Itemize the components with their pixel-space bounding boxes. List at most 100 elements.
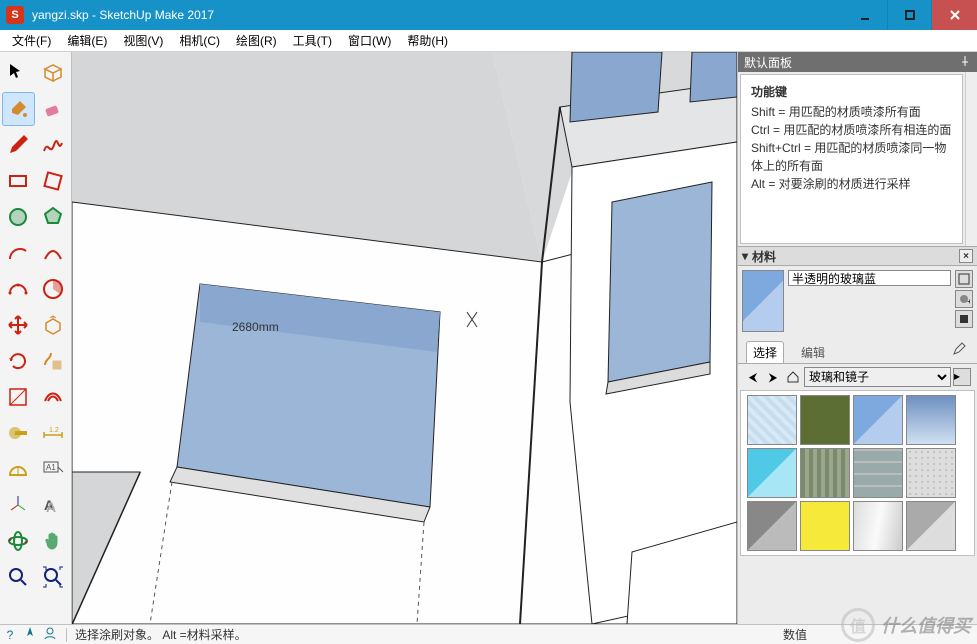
swatch-glass-grey[interactable] [747, 501, 797, 551]
materials-section-title: 材料 [752, 248, 776, 265]
create-material-button[interactable]: + [955, 290, 973, 308]
help-icon[interactable]: ? [0, 628, 20, 642]
polygon-tool[interactable] [37, 200, 70, 234]
swatch-corrugated[interactable] [800, 448, 850, 498]
swatch-yellow-solid[interactable] [800, 501, 850, 551]
instructor-panel: 功能键 Shift = 用匹配的材质喷漆所有面 Ctrl = 用匹配的材质喷漆所… [740, 74, 963, 244]
help-line: Shift+Ctrl = 用匹配的材质喷漆同一物体上的所有面 [751, 139, 952, 175]
svg-text:A1: A1 [46, 463, 56, 472]
menu-edit[interactable]: 编辑(E) [59, 30, 115, 52]
viewport[interactable]: 2680mm [72, 52, 737, 624]
orbit-tool[interactable] [2, 524, 35, 558]
eyedropper-button[interactable] [949, 340, 969, 363]
watermark: 值 什么值得买 [841, 608, 971, 642]
menu-camera[interactable]: 相机(C) [171, 30, 228, 52]
watermark-icon: 值 [841, 608, 875, 642]
freehand-tool[interactable] [37, 128, 70, 162]
dimension-tool[interactable]: 1.2 [37, 416, 70, 450]
nav-forward-button[interactable]: ⮞ [764, 368, 782, 386]
geo-icon[interactable] [20, 626, 40, 643]
zoom-extents-tool[interactable] [37, 560, 70, 594]
pan-tool[interactable] [37, 524, 70, 558]
set-default-button[interactable] [955, 310, 973, 328]
svg-text:A: A [46, 499, 56, 515]
swatch-glass-frosted[interactable] [747, 395, 797, 445]
material-preview-swatch[interactable] [742, 270, 784, 332]
pushpull-tool[interactable] [37, 308, 70, 342]
window-close-button[interactable] [932, 0, 977, 30]
3dtext-tool[interactable]: AA [37, 488, 70, 522]
menu-draw[interactable]: 绘图(R) [228, 30, 285, 52]
materials-nav: ⮜ ⮞ 玻璃和镜子 ▸ [738, 364, 977, 390]
instructor-scrollbar[interactable] [965, 72, 977, 246]
swatch-sky-clouds[interactable] [906, 395, 956, 445]
line-tool[interactable] [2, 128, 35, 162]
menu-help[interactable]: 帮助(H) [399, 30, 456, 52]
menu-file[interactable]: 文件(F) [4, 30, 59, 52]
profile-icon[interactable] [40, 626, 60, 643]
swatch-grey-trans[interactable] [906, 501, 956, 551]
help-line: Shift = 用匹配的材质喷漆所有面 [751, 103, 952, 121]
window-maximize-button[interactable] [887, 0, 932, 30]
eraser-tool[interactable] [37, 92, 70, 126]
rotated-rect-tool[interactable] [37, 164, 70, 198]
material-swatch-grid [740, 390, 975, 556]
menu-tools[interactable]: 工具(T) [285, 30, 340, 52]
swatch-glass-blue-trans[interactable] [853, 395, 903, 445]
material-name-input[interactable] [788, 270, 951, 286]
menu-window[interactable]: 窗口(W) [340, 30, 399, 52]
rectangle-tool[interactable] [2, 164, 35, 198]
swatch-granite[interactable] [906, 448, 956, 498]
svg-text:1.2: 1.2 [49, 427, 59, 434]
tab-edit[interactable]: 编辑 [794, 341, 832, 363]
pin-icon[interactable] [959, 55, 971, 70]
help-line: Alt = 对要涂刷的材质进行采样 [751, 175, 952, 193]
swatch-glass-block[interactable] [853, 448, 903, 498]
tray-titlebar[interactable]: 默认面板 [738, 52, 977, 72]
rotate-tool[interactable] [2, 344, 35, 378]
nav-home-button[interactable] [784, 368, 802, 386]
swatch-glass-cyan[interactable] [747, 448, 797, 498]
three-point-arc-tool[interactable] [2, 272, 35, 306]
axes-tool[interactable] [2, 488, 35, 522]
nav-back-button[interactable]: ⮜ [744, 368, 762, 386]
library-menu-button[interactable]: ▸ [953, 368, 971, 386]
circle-tool[interactable] [2, 200, 35, 234]
titlebar: S yangzi.skp - SketchUp Make 2017 [0, 0, 977, 30]
move-tool[interactable] [2, 308, 35, 342]
zoom-tool[interactable] [2, 560, 35, 594]
svg-text:+: + [967, 297, 970, 305]
help-heading: 功能键 [751, 83, 952, 101]
workspace: 1.2 A1 AA [0, 52, 977, 624]
followme-tool[interactable] [37, 344, 70, 378]
select-tool[interactable] [2, 56, 35, 90]
text-tool[interactable]: A1 [37, 452, 70, 486]
swatch-green-solid[interactable] [800, 395, 850, 445]
scale-tool[interactable] [2, 380, 35, 414]
paint-bucket-tool[interactable] [2, 92, 35, 126]
protractor-tool[interactable] [2, 452, 35, 486]
tab-select[interactable]: 选择 [746, 341, 784, 363]
dimension-label: 2680mm [232, 320, 279, 334]
offset-tool[interactable] [37, 380, 70, 414]
menubar: 文件(F) 编辑(E) 视图(V) 相机(C) 绘图(R) 工具(T) 窗口(W… [0, 30, 977, 52]
tape-tool[interactable] [2, 416, 35, 450]
pie-tool[interactable] [37, 272, 70, 306]
material-library-select[interactable]: 玻璃和镜子 [804, 367, 951, 387]
two-point-arc-tool[interactable] [37, 236, 70, 270]
section-close-button[interactable]: × [959, 249, 973, 263]
window-minimize-button[interactable] [842, 0, 887, 30]
materials-tabs: 选择 编辑 [738, 336, 977, 364]
tray-panel: 默认面板 功能键 Shift = 用匹配的材质喷漆所有面 Ctrl = 用匹配的… [737, 52, 977, 624]
materials-section-header[interactable]: ▾ 材料 × [738, 246, 977, 266]
arc-tool[interactable] [2, 236, 35, 270]
statusbar: ? 选择涂刷对象。 Alt =材料采样。 数值 [0, 624, 977, 644]
watermark-text: 什么值得买 [881, 612, 971, 638]
swatch-mirror[interactable] [853, 501, 903, 551]
material-preview-row: + [738, 266, 977, 336]
menu-view[interactable]: 视图(V) [115, 30, 171, 52]
tray-title: 默认面板 [744, 54, 792, 71]
component-tool[interactable] [37, 56, 70, 90]
display-secondary-pane-button[interactable] [955, 270, 973, 288]
toolbar: 1.2 A1 AA [0, 52, 72, 624]
